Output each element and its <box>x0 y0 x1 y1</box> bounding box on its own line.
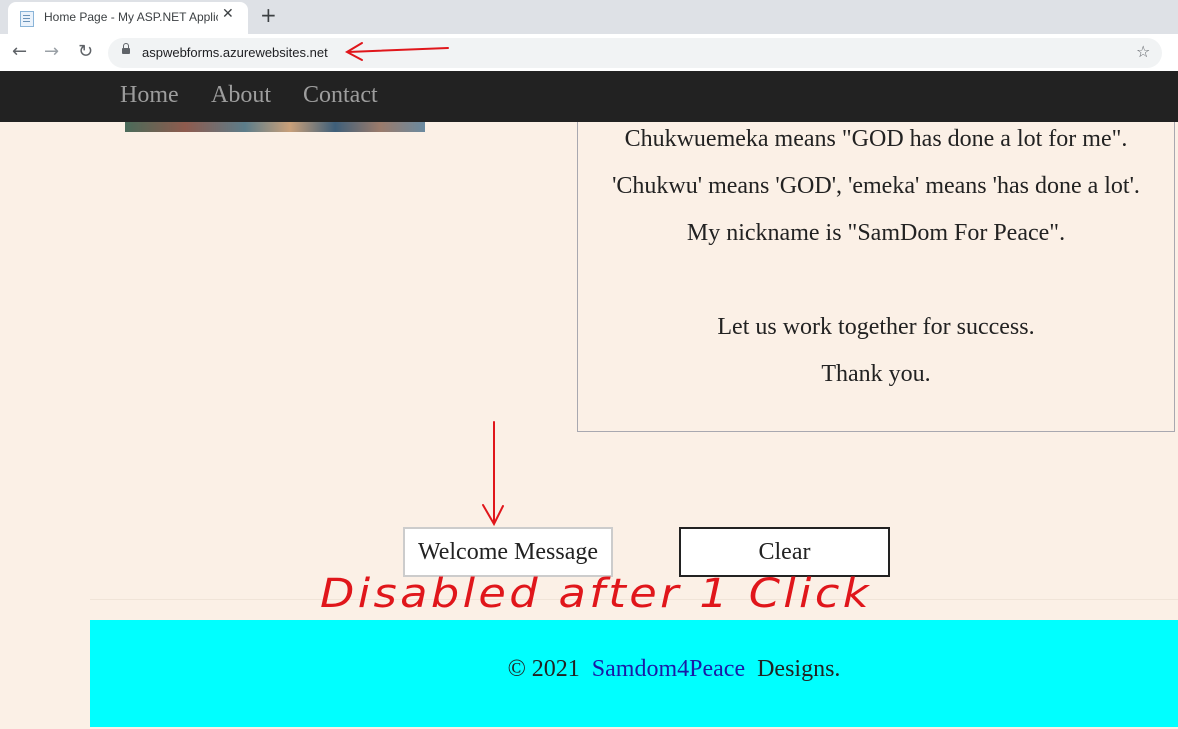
page-favicon-icon <box>20 11 34 27</box>
bookmark-star-icon[interactable]: ☆ <box>1136 42 1150 61</box>
address-bar[interactable]: aspwebforms.azurewebsites.net ☆ <box>108 38 1162 68</box>
welcome-message-button[interactable]: Welcome Message <box>403 527 613 577</box>
forward-button[interactable]: → <box>44 40 59 64</box>
browser-toolbar: ← → ↻ aspwebforms.azurewebsites.net ☆ <box>0 34 1178 71</box>
intro-line: Thank you. <box>821 361 931 387</box>
button-arrow-annotation <box>482 421 504 527</box>
close-tab-icon[interactable]: ✕ <box>222 6 234 22</box>
profile-photo <box>125 122 425 132</box>
annotation-text: Disabled after 1 Click <box>320 571 872 617</box>
intro-line: Chukwuemeka means "GOD has done a lot fo… <box>624 126 1128 152</box>
browser-tab[interactable]: Home Page - My ASP.NET Applic ✕ <box>8 2 248 34</box>
footer-suffix: Designs. <box>757 656 841 682</box>
site-navbar: Home About Contact <box>0 71 1178 122</box>
url-text[interactable]: aspwebforms.azurewebsites.net <box>142 45 328 60</box>
intro-text-box: Chukwuemeka means "GOD has done a lot fo… <box>577 122 1175 432</box>
back-button[interactable]: ← <box>12 40 27 64</box>
nav-about-link[interactable]: About <box>211 82 271 109</box>
intro-line: Let us work together for success. <box>717 314 1035 340</box>
nav-contact-link[interactable]: Contact <box>303 82 378 109</box>
clear-button[interactable]: Clear <box>679 527 890 577</box>
site-footer: © 2021 Samdom4Peace Designs. <box>90 620 1178 727</box>
footer-brand-link[interactable]: Samdom4Peace <box>592 656 745 682</box>
divider <box>90 599 1178 600</box>
reload-button[interactable]: ↻ <box>78 40 93 64</box>
tab-title: Home Page - My ASP.NET Applic <box>44 10 218 24</box>
copyright-text: © 2021 <box>507 656 580 682</box>
browser-tab-strip: Home Page - My ASP.NET Applic ✕ + <box>0 0 1178 34</box>
intro-line: 'Chukwu' means 'GOD', 'emeka' means 'has… <box>612 173 1140 199</box>
intro-line: My nickname is "SamDom For Peace". <box>686 220 1066 246</box>
new-tab-button[interactable]: + <box>260 3 277 27</box>
footer-text: © 2021 Samdom4Peace Designs. <box>90 656 1178 683</box>
nav-home-link[interactable]: Home <box>120 82 179 109</box>
lock-icon <box>122 43 130 54</box>
